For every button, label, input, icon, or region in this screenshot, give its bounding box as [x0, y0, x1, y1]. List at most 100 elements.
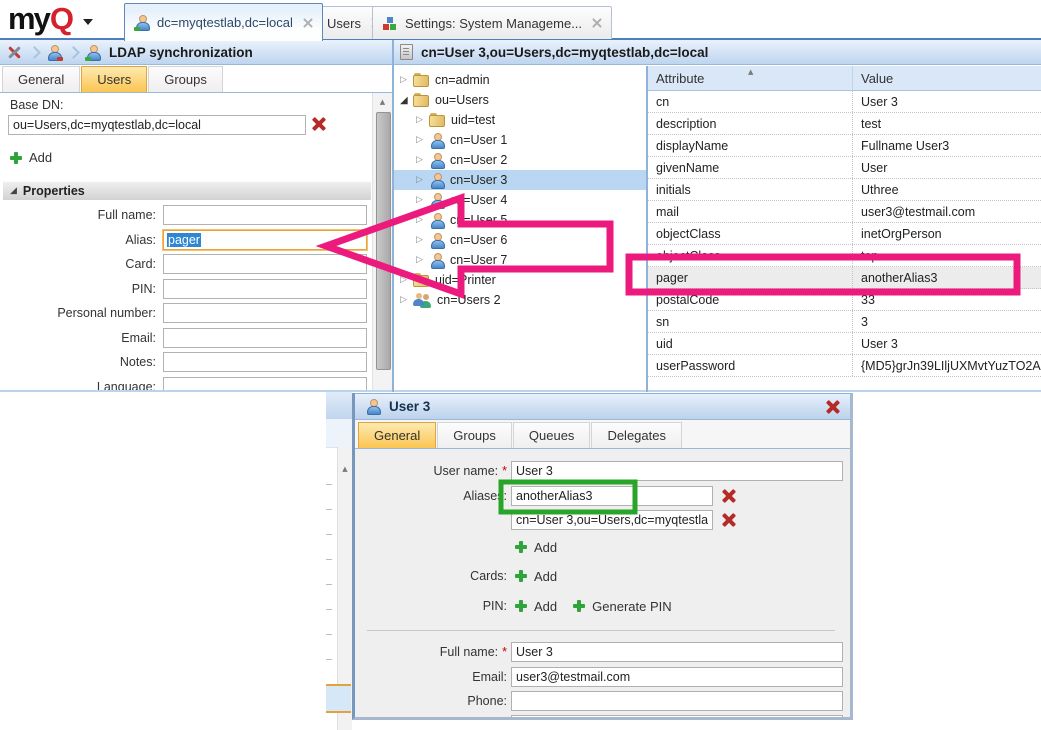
property-input[interactable]: pager [163, 230, 367, 250]
attribute-row[interactable]: userPassword{MD5}grJn39LIljUXMvtYuzTO2A=… [648, 355, 1041, 377]
attribute-row[interactable]: objectClassinetOrgPerson [648, 223, 1041, 245]
tree-node[interactable]: ▷cn=admin [394, 70, 646, 90]
ldap-sync-tab-general[interactable]: General [2, 66, 80, 92]
column-header-value[interactable]: Value [853, 71, 1041, 86]
tab-settings[interactable]: Settings: System Manageme... [372, 6, 612, 39]
dialog-tab-queues[interactable]: Queues [513, 422, 591, 448]
collapse-icon[interactable]: ◢ [400, 95, 413, 106]
close-dialog-icon[interactable] [826, 400, 840, 414]
attribute-row[interactable]: objectClasstop [648, 245, 1041, 267]
tree-node[interactable]: ▷cn=User 4 [394, 190, 646, 210]
expand-icon[interactable]: ▷ [416, 255, 429, 265]
add-alias-row: Add [355, 536, 557, 558]
window-tab-bar: myQ dc=myqtestlab,dc=local Users Setting… [0, 0, 1041, 40]
panel-divider[interactable] [392, 40, 394, 392]
scroll-up-icon[interactable]: ▲ [338, 465, 352, 473]
attribute-row[interactable]: initialsUthree [648, 179, 1041, 201]
scrollbar-thumb[interactable] [376, 112, 391, 370]
add-pin-button[interactable]: Add [515, 599, 557, 614]
ldap-sync-tab-users[interactable]: Users [81, 66, 147, 92]
property-row: Alias:pager [0, 228, 372, 253]
scroll-up-icon[interactable]: ▲ [373, 93, 392, 110]
add-base-dn-button[interactable]: Add [10, 150, 52, 165]
attribute-name: userPassword [648, 355, 853, 376]
expand-icon[interactable]: ▷ [416, 215, 429, 225]
attribute-row[interactable]: uidUser 3 [648, 333, 1041, 355]
email-input[interactable] [511, 667, 843, 687]
tab-label: Users [327, 16, 361, 31]
attribute-row[interactable]: mailuser3@testmail.com [648, 201, 1041, 223]
user-settings-icon[interactable] [46, 45, 62, 60]
property-input[interactable] [163, 254, 367, 274]
tab-ldap-browser[interactable]: dc=myqtestlab,dc=local [124, 3, 323, 41]
dialog-tab-general[interactable]: General [358, 422, 436, 448]
dialog-tab-groups[interactable]: Groups [437, 422, 512, 448]
tree-node[interactable]: ▷cn=Users 2 [394, 290, 646, 310]
tree-node[interactable]: ▷cn=User 7 [394, 250, 646, 270]
scrollbar[interactable]: ▲ [372, 93, 392, 392]
tree-node[interactable]: ▷cn=User 6 [394, 230, 646, 250]
alias-input-1[interactable] [511, 486, 713, 506]
delete-alias-icon[interactable] [722, 489, 736, 503]
property-input[interactable] [163, 352, 367, 372]
dialog-tab-delegates[interactable]: Delegates [591, 422, 682, 448]
full-name-input[interactable] [511, 642, 843, 662]
expand-icon[interactable]: ▷ [400, 75, 413, 85]
tree-node[interactable]: ▷uid=Printer [394, 270, 646, 290]
tree-node[interactable]: ▷cn=User 5 [394, 210, 646, 230]
dialog-title-bar[interactable]: User 3 [355, 393, 850, 420]
expand-icon[interactable]: ▷ [416, 115, 429, 125]
expand-icon[interactable]: ▷ [416, 155, 429, 165]
tree-node[interactable]: ▷ cn=User 1 [394, 130, 646, 150]
column-header-attribute[interactable]: Attribute ▲ [648, 66, 853, 90]
expand-icon[interactable]: ▷ [400, 275, 413, 285]
delete-base-dn-icon[interactable] [312, 117, 326, 131]
attribute-table-header: Attribute ▲ Value [648, 66, 1041, 91]
attribute-row[interactable]: displayNameFullname User3 [648, 135, 1041, 157]
tools-icon[interactable] [6, 44, 23, 60]
property-input[interactable] [163, 279, 367, 299]
expand-icon[interactable]: ▷ [416, 195, 429, 205]
user-sync-icon[interactable] [85, 45, 101, 60]
tree-node[interactable]: ▷cn=User 2 [394, 150, 646, 170]
user-icon [429, 173, 445, 188]
properties-section-header[interactable]: ◢ Properties [3, 181, 371, 200]
email-label: Email: [472, 670, 507, 684]
property-input[interactable] [163, 303, 367, 323]
myq-logo[interactable]: myQ [8, 1, 93, 37]
close-tab-icon[interactable] [592, 18, 602, 28]
partial-input[interactable] [511, 715, 843, 720]
email-row: Email: [355, 666, 843, 688]
delete-alias-icon[interactable] [722, 513, 736, 527]
user-name-input[interactable] [511, 461, 843, 481]
property-input[interactable] [163, 328, 367, 348]
attribute-row[interactable]: givenNameUser [648, 157, 1041, 179]
expand-icon[interactable]: ▷ [400, 295, 413, 305]
user-icon [429, 133, 445, 148]
close-tab-icon[interactable] [303, 18, 313, 28]
attribute-value: top [853, 245, 1041, 266]
property-label: Notes: [0, 355, 163, 369]
expand-icon[interactable]: ▷ [416, 235, 429, 245]
attribute-row[interactable]: cnUser 3 [648, 91, 1041, 113]
expand-icon[interactable]: ▷ [416, 175, 429, 185]
expand-icon[interactable]: ▷ [416, 135, 429, 145]
property-input[interactable] [163, 205, 367, 225]
tree-node[interactable]: ◢ou=Users [394, 90, 646, 110]
attribute-row[interactable]: pageranotherAlias3 [648, 267, 1041, 289]
tree-table-divider[interactable] [646, 66, 648, 392]
attribute-row[interactable]: sn3 [648, 311, 1041, 333]
phone-input[interactable] [511, 691, 843, 711]
attribute-row[interactable]: postalCode33 [648, 289, 1041, 311]
tree-node-label: cn=User 1 [450, 133, 507, 147]
ldap-sync-tab-groups[interactable]: Groups [148, 66, 223, 92]
base-dn-input[interactable] [8, 115, 306, 135]
add-card-button[interactable]: Add [515, 569, 557, 584]
logo-dropdown-caret[interactable] [83, 19, 93, 25]
add-alias-button[interactable]: Add [515, 540, 557, 555]
alias-input-2[interactable] [511, 510, 713, 530]
generate-pin-button[interactable]: Generate PIN [573, 599, 672, 614]
tree-node[interactable]: ▷uid=test [394, 110, 646, 130]
attribute-row[interactable]: descriptiontest [648, 113, 1041, 135]
tree-node[interactable]: ▷cn=User 3 [394, 170, 646, 190]
